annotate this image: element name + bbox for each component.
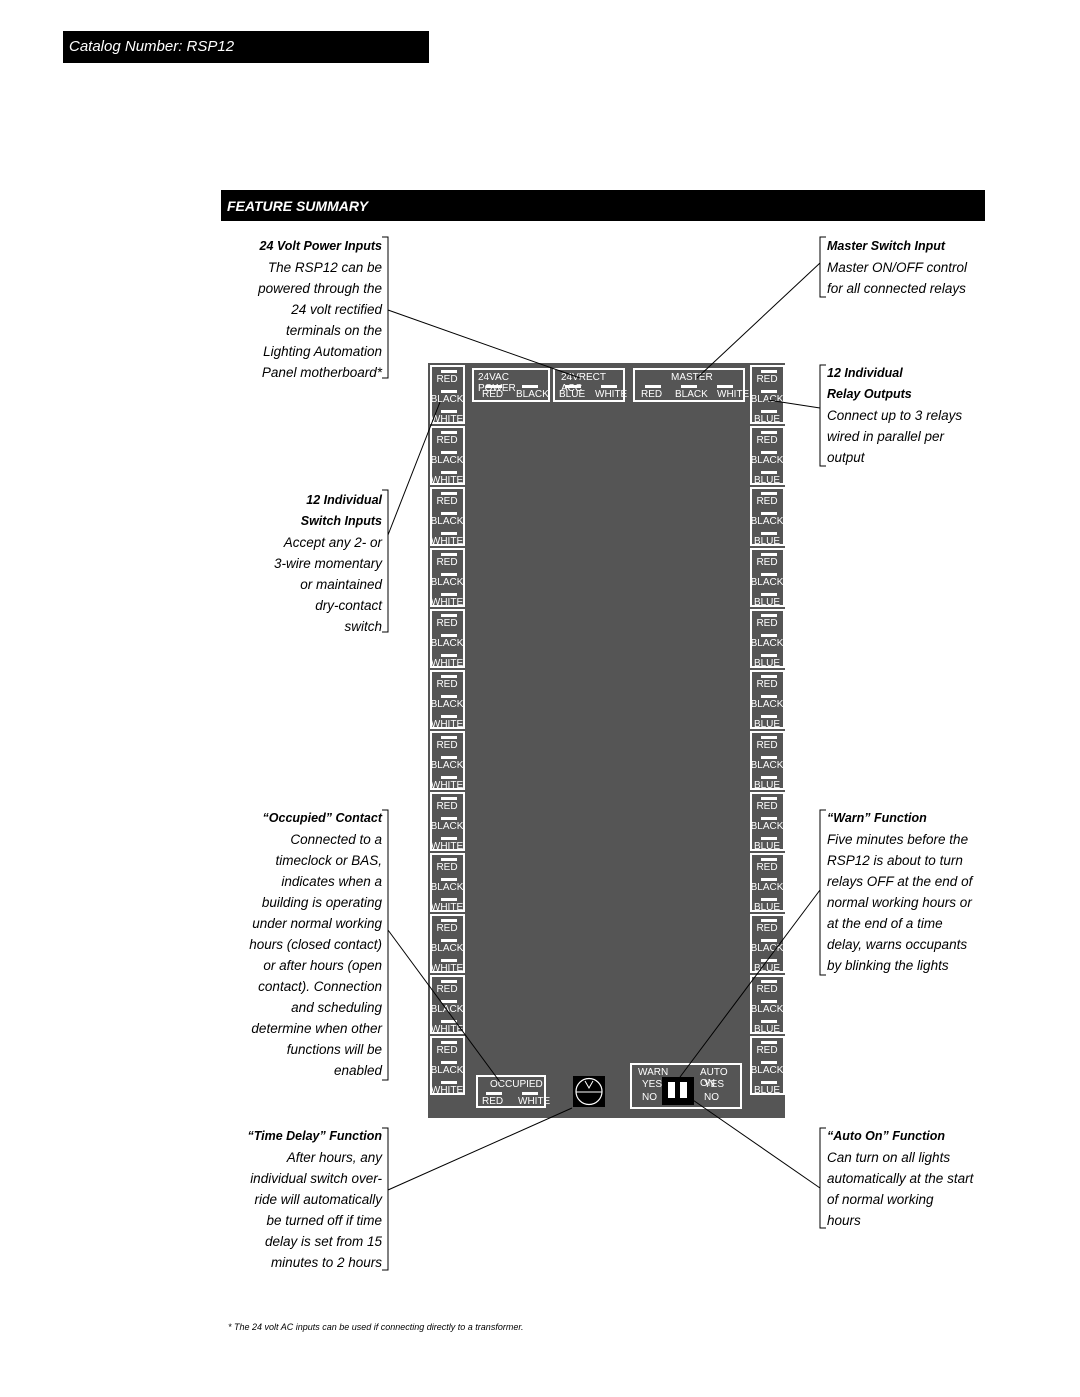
leader-lines xyxy=(382,236,826,1271)
footnote: * The 24 volt AC inputs can be used if c… xyxy=(228,1322,524,1332)
page: Catalog Number: RSP12 FEATURE SUMMARY 24… xyxy=(0,0,1080,1397)
